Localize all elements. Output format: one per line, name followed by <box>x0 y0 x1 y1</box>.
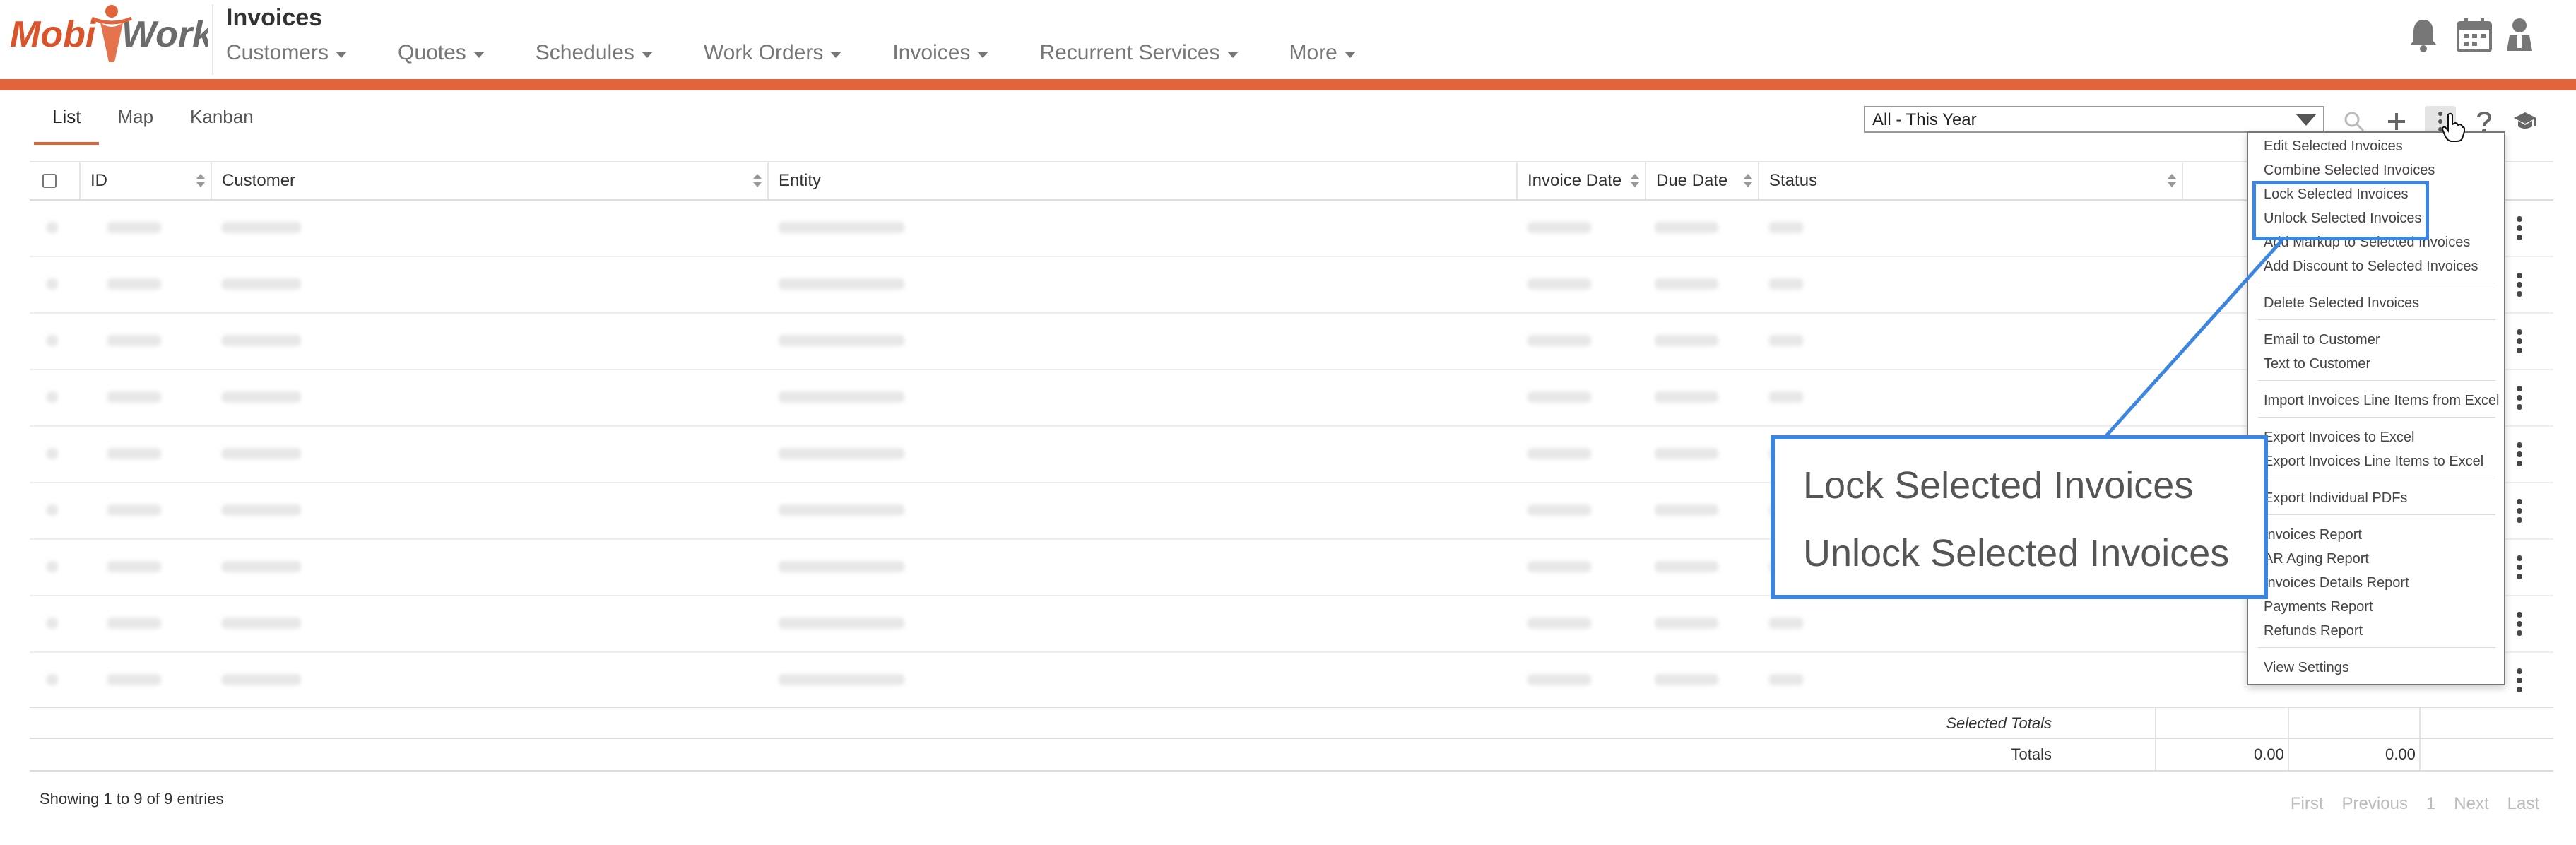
callout-unlock-label: Unlock Selected Invoices <box>1803 532 2230 574</box>
hand-cursor-icon <box>2441 112 2466 143</box>
callout-lock-label: Lock Selected Invoices <box>1803 464 2194 507</box>
callout-connector <box>2104 239 2283 438</box>
zoom-callout: Lock Selected Invoices Unlock Selected I… <box>1771 435 2268 599</box>
